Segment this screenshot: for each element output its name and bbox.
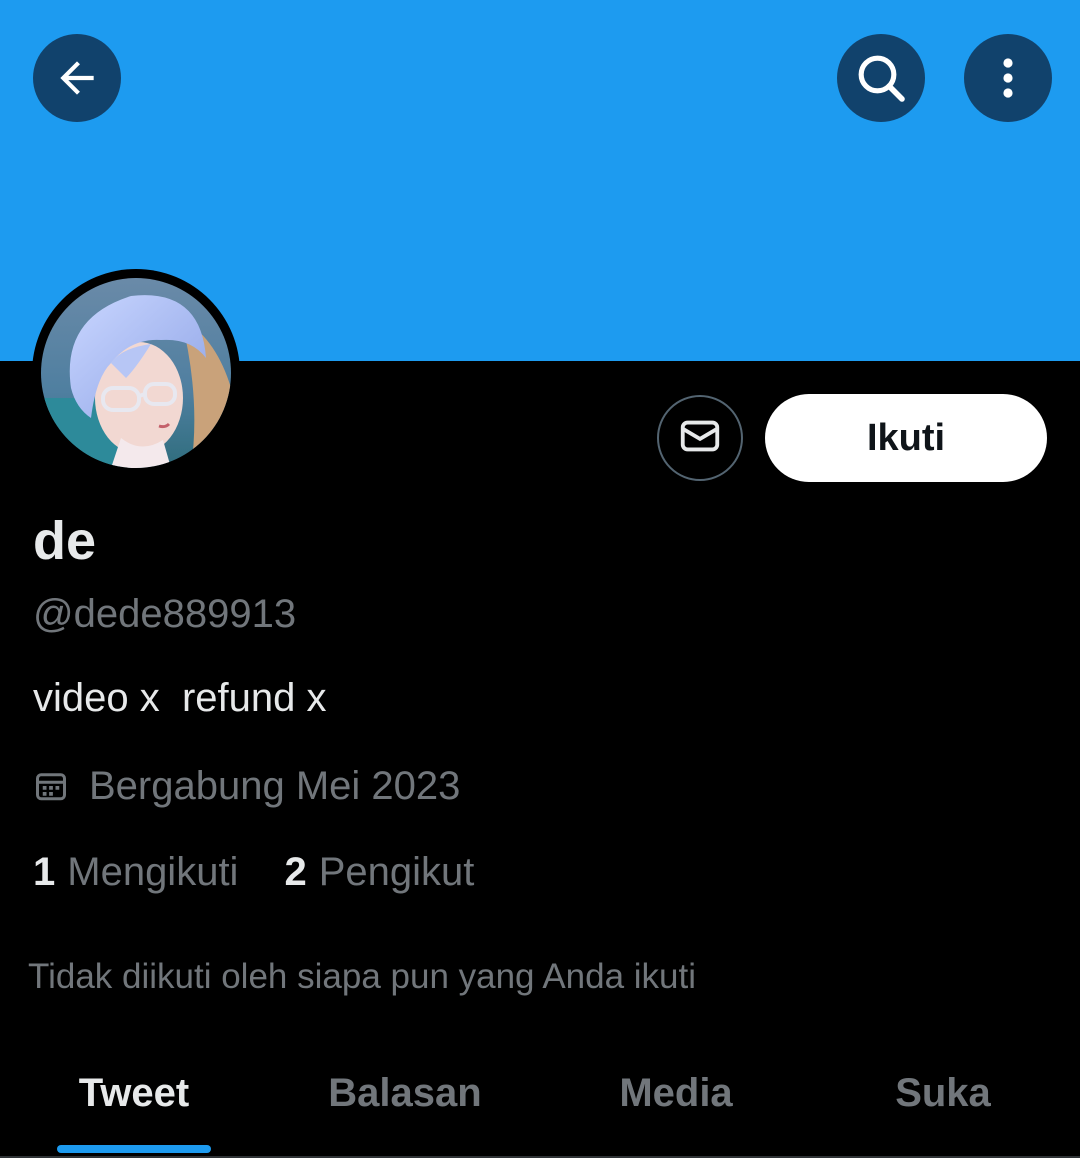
followers-stat[interactable]: 2 Pengikut xyxy=(284,846,474,898)
tab-label: Balasan xyxy=(328,1071,482,1115)
more-options-button[interactable] xyxy=(964,34,1052,122)
followers-count: 2 xyxy=(284,850,307,894)
back-button[interactable] xyxy=(33,34,121,122)
mail-icon xyxy=(677,413,723,464)
tab-label: Suka xyxy=(895,1071,991,1115)
following-count: 1 xyxy=(33,850,56,894)
follow-button[interactable]: Ikuti xyxy=(765,394,1047,482)
following-label: Mengikuti xyxy=(67,850,239,894)
tab-tweet[interactable]: Tweet xyxy=(34,1060,234,1158)
avatar[interactable] xyxy=(41,278,231,468)
message-button[interactable] xyxy=(657,395,743,481)
more-vertical-icon xyxy=(984,54,1032,102)
active-tab-indicator xyxy=(57,1145,211,1153)
calendar-icon xyxy=(33,768,69,804)
join-date: Bergabung Mei 2023 xyxy=(33,760,460,812)
user-handle: @dede889913 xyxy=(33,592,297,636)
avatar-frame xyxy=(32,269,240,477)
profile-screen: Ikuti de @dede889913 video x refund x Be… xyxy=(0,0,1080,1158)
followers-label: Pengikut xyxy=(318,850,475,894)
tab-label: Media xyxy=(619,1071,733,1115)
tab-media[interactable]: Media xyxy=(576,1060,776,1158)
follow-stats: 1 Mengikuti 2 Pengikut xyxy=(33,846,474,898)
tab-label: Tweet xyxy=(78,1071,190,1115)
join-date-label: Bergabung Mei 2023 xyxy=(89,764,461,808)
search-button[interactable] xyxy=(837,34,925,122)
tab-suka[interactable]: Suka xyxy=(843,1060,1043,1158)
bio-text: video x refund x xyxy=(33,676,327,720)
followed-by-note: Tidak diikuti oleh siapa pun yang Anda i… xyxy=(28,957,697,996)
arrow-left-icon xyxy=(52,53,102,103)
search-icon xyxy=(853,50,909,106)
following-stat[interactable]: 1 Mengikuti xyxy=(33,846,238,898)
profile-tabs: Tweet Balasan Media Suka xyxy=(0,1060,1080,1158)
display-name: de xyxy=(33,511,97,571)
tab-balasan[interactable]: Balasan xyxy=(305,1060,505,1158)
